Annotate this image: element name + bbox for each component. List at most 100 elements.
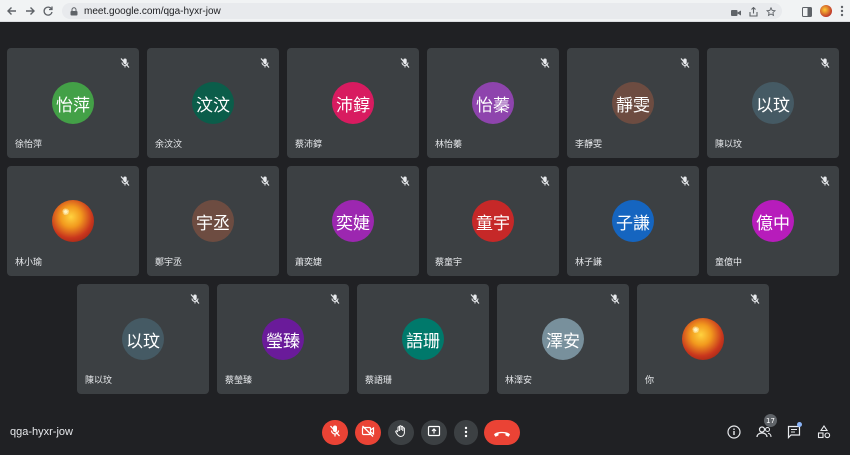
chrome-menu-icon[interactable] bbox=[840, 2, 844, 21]
mic-off-icon bbox=[819, 172, 831, 186]
participant-name: 林怡蓁 bbox=[435, 140, 463, 150]
activities-button[interactable] bbox=[815, 424, 833, 442]
mic-off-icon bbox=[119, 54, 131, 68]
participant-tile[interactable]: 以玟 陳以玟 bbox=[77, 284, 209, 394]
mic-off-icon bbox=[328, 423, 342, 442]
participant-tile[interactable]: 澤安 林澤安 bbox=[497, 284, 629, 394]
present-button[interactable] bbox=[421, 420, 447, 445]
participant-avatar: 語珊 bbox=[402, 318, 444, 360]
mic-off-icon bbox=[469, 290, 481, 304]
participant-photo: ✺ bbox=[682, 318, 724, 360]
participant-name: 蔡童宇 bbox=[435, 258, 463, 268]
mic-off-icon bbox=[119, 172, 131, 186]
participant-name: 林小瑜 bbox=[15, 258, 43, 268]
participant-avatar: 宇丞 bbox=[192, 200, 234, 242]
participant-initials: 子謙 bbox=[616, 213, 650, 234]
participant-tile[interactable]: 宇丞 鄭宇丞 bbox=[147, 166, 279, 276]
participant-tile[interactable]: 怡萍 徐怡萍 bbox=[7, 48, 139, 158]
participant-name: 陳以玟 bbox=[85, 376, 113, 386]
participant-tile[interactable]: 語珊 蔡語珊 bbox=[357, 284, 489, 394]
participant-tile[interactable]: ✺ 林小瑜 bbox=[7, 166, 139, 276]
participant-count-badge: 17 bbox=[764, 414, 777, 427]
participant-photo: ✺ bbox=[52, 200, 94, 242]
leave-call-button[interactable] bbox=[484, 420, 520, 445]
back-icon[interactable] bbox=[2, 1, 22, 21]
participant-tile[interactable]: 汶汶 余汶汶 bbox=[147, 48, 279, 158]
bookmark-star-icon[interactable] bbox=[765, 2, 777, 21]
participant-tile[interactable]: 奕婕 蕭奕婕 bbox=[287, 166, 419, 276]
participant-avatar: 汶汶 bbox=[192, 82, 234, 124]
mic-off-icon bbox=[819, 54, 831, 68]
profile-avatar[interactable] bbox=[820, 5, 832, 17]
more-vert-icon bbox=[464, 423, 468, 442]
participant-avatar: 子謙 bbox=[612, 200, 654, 242]
address-bar[interactable]: meet.google.com/qga-hyxr-jow bbox=[62, 3, 782, 19]
participant-initials: 以玟 bbox=[756, 95, 790, 116]
mic-off-icon bbox=[259, 54, 271, 68]
participant-tile[interactable]: ✺ 你 bbox=[637, 284, 769, 394]
chat-notification-dot bbox=[797, 422, 802, 427]
participant-avatar: 以玟 bbox=[752, 82, 794, 124]
participant-name: 蔡語珊 bbox=[365, 376, 393, 386]
more-options-button[interactable] bbox=[454, 420, 478, 445]
forward-icon[interactable] bbox=[20, 1, 40, 21]
participant-tile[interactable]: 童宇 蔡童宇 bbox=[427, 166, 559, 276]
participant-initials: 怡蓁 bbox=[476, 95, 510, 116]
participant-avatar: 怡蓁 bbox=[472, 82, 514, 124]
participant-initials: 汶汶 bbox=[196, 95, 230, 116]
participant-avatar: 沛錞 bbox=[332, 82, 374, 124]
browser-toolbar: meet.google.com/qga-hyxr-jow bbox=[0, 0, 850, 22]
participant-name: 陳以玟 bbox=[715, 140, 743, 150]
participant-initials: 靜雯 bbox=[616, 95, 650, 116]
info-icon bbox=[727, 424, 741, 443]
participant-name: 蔡沛錞 bbox=[295, 140, 323, 150]
mic-off-icon bbox=[399, 54, 411, 68]
participant-avatar: 靜雯 bbox=[612, 82, 654, 124]
meeting-details-button[interactable] bbox=[725, 424, 743, 442]
url-text: meet.google.com/qga-hyxr-jow bbox=[84, 5, 221, 17]
camera-toggle-button[interactable] bbox=[355, 420, 381, 445]
participant-name: 余汶汶 bbox=[155, 140, 183, 150]
participant-avatar: 童宇 bbox=[472, 200, 514, 242]
present-screen-icon bbox=[427, 423, 441, 442]
camera-permission-icon[interactable] bbox=[731, 2, 741, 21]
participant-avatar: 億中 bbox=[752, 200, 794, 242]
participant-name: 徐怡萍 bbox=[15, 140, 43, 150]
raise-hand-button[interactable] bbox=[388, 420, 414, 445]
participant-tile[interactable]: 靜雯 李靜雯 bbox=[567, 48, 699, 158]
participant-initials: 童宇 bbox=[476, 213, 510, 234]
camera-off-icon bbox=[361, 423, 375, 442]
activities-icon bbox=[817, 424, 831, 443]
mic-off-icon bbox=[189, 290, 201, 304]
mic-toggle-button[interactable] bbox=[322, 420, 348, 445]
mic-off-icon bbox=[539, 172, 551, 186]
participant-initials: 宇丞 bbox=[196, 213, 230, 234]
participant-avatar: 奕婕 bbox=[332, 200, 374, 242]
participant-initials: 怡萍 bbox=[56, 95, 90, 116]
participant-name: 蔡瑩臻 bbox=[225, 376, 253, 386]
participant-tile[interactable]: 怡蓁 林怡蓁 bbox=[427, 48, 559, 158]
side-panel-icon[interactable] bbox=[802, 2, 812, 21]
mic-off-icon bbox=[679, 172, 691, 186]
participant-name: 林子謙 bbox=[575, 258, 603, 268]
share-icon[interactable] bbox=[749, 2, 758, 21]
participant-initials: 以玟 bbox=[126, 331, 160, 352]
participant-initials: 澤安 bbox=[546, 331, 580, 352]
participant-name: 你 bbox=[645, 376, 655, 386]
participant-avatar: 瑩臻 bbox=[262, 318, 304, 360]
participant-name: 林澤安 bbox=[505, 376, 533, 386]
participant-avatar: 怡萍 bbox=[52, 82, 94, 124]
participant-tile[interactable]: 以玟 陳以玟 bbox=[707, 48, 839, 158]
participant-initials: 沛錞 bbox=[336, 95, 370, 116]
mic-off-icon bbox=[609, 290, 621, 304]
reload-icon[interactable] bbox=[38, 1, 58, 21]
flame-photo-icon: ✺ bbox=[62, 208, 70, 218]
participant-tile[interactable]: 瑩臻 蔡瑩臻 bbox=[217, 284, 349, 394]
participant-tile[interactable]: 億中 童億中 bbox=[707, 166, 839, 276]
mic-off-icon bbox=[539, 54, 551, 68]
participant-tile[interactable]: 沛錞 蔡沛錞 bbox=[287, 48, 419, 158]
mic-off-icon bbox=[399, 172, 411, 186]
participant-tile[interactable]: 子謙 林子謙 bbox=[567, 166, 699, 276]
mic-off-icon bbox=[749, 290, 761, 304]
meeting-code: qga-hyxr-jow bbox=[10, 426, 73, 438]
